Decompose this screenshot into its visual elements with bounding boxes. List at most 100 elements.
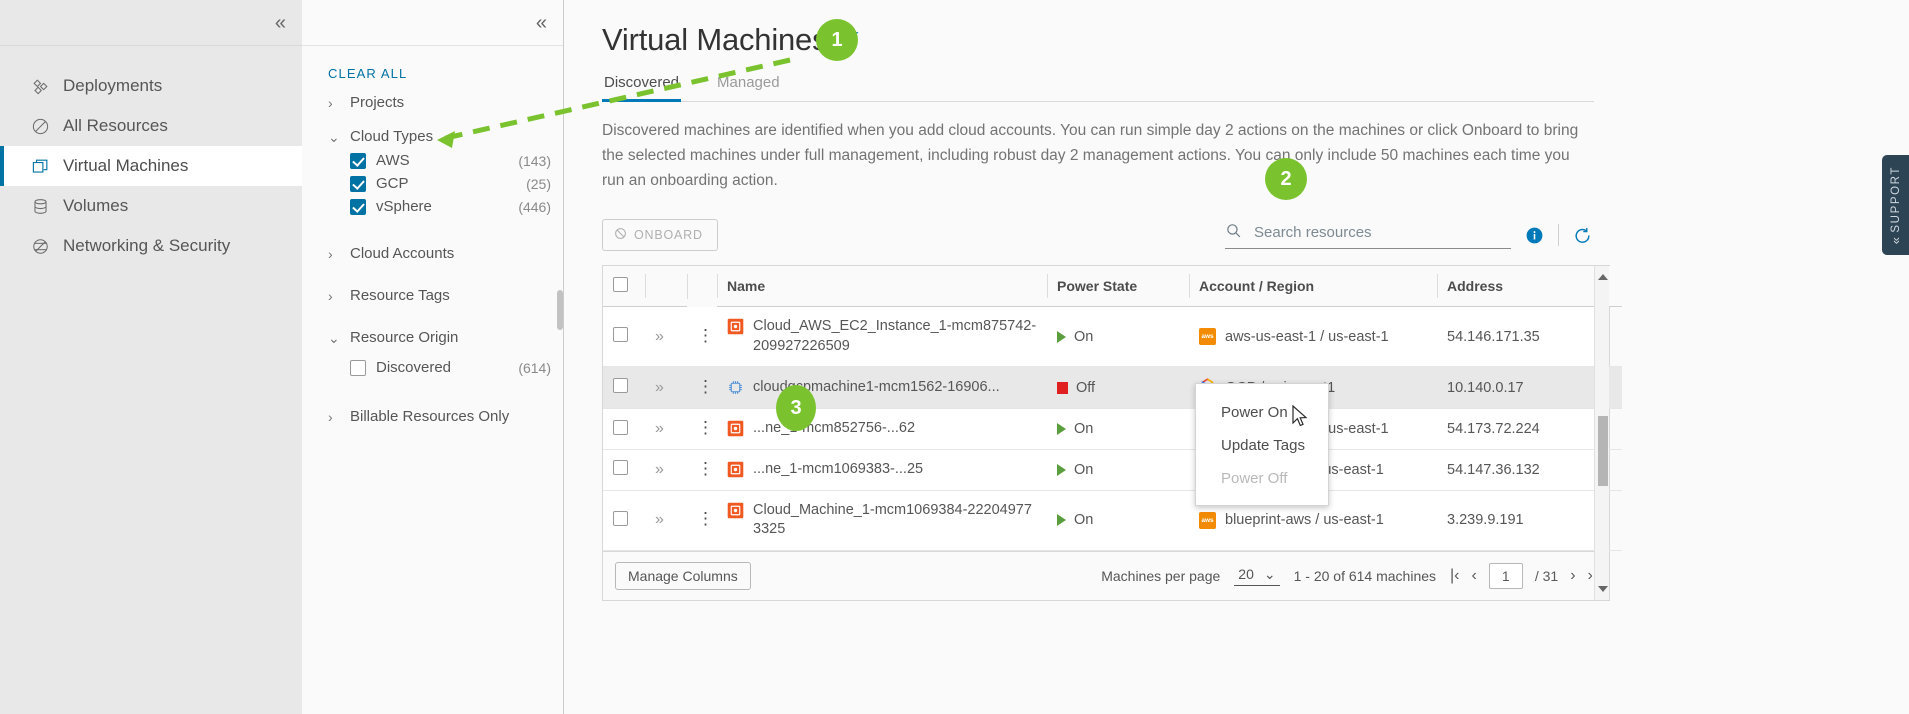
power-state-label: On	[1074, 512, 1094, 529]
row-select-cell	[603, 408, 645, 451]
expand-row-icon[interactable]: »	[655, 461, 664, 478]
row-kebab-icon[interactable]: ⋮	[697, 418, 714, 437]
context-menu-item-update-tags[interactable]: Update Tags	[1196, 429, 1328, 462]
row-actions-cell: ⋮	[687, 306, 717, 368]
scroll-down-icon[interactable]	[1598, 585, 1608, 592]
filter-panel: « CLEAR ALL › Projects ⌄ Cloud Types AWS…	[302, 0, 564, 714]
page-number-input[interactable]: 1	[1488, 562, 1523, 589]
filter-group-label: Projects	[350, 94, 405, 111]
machine-name[interactable]: ...ne_1-mcm1069383-...25	[753, 460, 923, 480]
filter-group-resource-tags: › Resource Tags	[302, 274, 563, 308]
filter-option-vsphere[interactable]: vSphere (446)	[328, 195, 563, 218]
row-name-cell: ...ne_1-mcm1069383-...25	[717, 449, 1047, 491]
row-kebab-icon[interactable]: ⋮	[697, 326, 714, 345]
expand-row-icon[interactable]: »	[655, 420, 664, 437]
table-row[interactable]: » ⋮ ...ne_1-mcm1069383-...25 On us-east-…	[603, 449, 1622, 491]
sidebar-item-deployments[interactable]: Deployments	[0, 66, 302, 106]
annotation-badge-2: 2	[1265, 158, 1307, 200]
manage-columns-button[interactable]: Manage Columns	[615, 561, 751, 590]
next-page-icon[interactable]: ›	[1570, 567, 1575, 585]
search-input[interactable]	[1252, 223, 1511, 243]
row-checkbox[interactable]	[613, 510, 628, 526]
expand-row-icon[interactable]: »	[655, 328, 664, 345]
row-checkbox[interactable]	[613, 378, 628, 394]
row-checkbox[interactable]	[613, 327, 628, 343]
filter-group-header[interactable]: ⌄ Resource Origin	[328, 316, 563, 350]
filter-group-header[interactable]: ⌄ Cloud Types	[328, 115, 563, 149]
filter-group-header[interactable]: › Billable Resources Only	[328, 395, 563, 429]
all-resources-icon	[30, 116, 50, 136]
filter-option-aws[interactable]: AWS (143)	[328, 149, 563, 172]
column-header-power-state[interactable]: Power State	[1047, 266, 1189, 308]
nav-collapse-icon[interactable]: «	[275, 13, 286, 33]
sidebar-item-virtual-machines[interactable]: Virtual Machines	[0, 146, 302, 186]
checkbox[interactable]	[350, 198, 366, 215]
machine-name[interactable]: Cloud_Machine_1-mcm1069384-222049773325	[753, 501, 1037, 540]
filter-group-header[interactable]: › Cloud Accounts	[328, 232, 563, 266]
gcp-instance-icon	[727, 379, 744, 396]
checkbox[interactable]	[350, 175, 366, 192]
table-scrollbar[interactable]	[1594, 266, 1609, 600]
row-expand-cell: »	[645, 306, 687, 368]
power-state-label: On	[1074, 461, 1094, 478]
scrollbar-thumb[interactable]	[1598, 416, 1608, 487]
sidebar-item-volumes[interactable]: Volumes	[0, 186, 302, 226]
tab-discovered[interactable]: Discovered	[602, 70, 682, 102]
machine-name[interactable]: ...ne_1-mcm852756-...62	[753, 419, 915, 439]
scroll-up-icon[interactable]	[1598, 274, 1608, 281]
sidebar-item-networking-security[interactable]: Networking & Security	[0, 226, 302, 266]
filter-group-projects: › Projects	[302, 81, 563, 115]
table-row[interactable]: » ⋮ cloudgcpmachine1-mcm1562-16906... Of…	[603, 366, 1622, 410]
support-tab[interactable]: SUPPORT «	[1882, 155, 1909, 255]
refresh-icon[interactable]	[1573, 226, 1592, 245]
expand-row-icon[interactable]: »	[655, 511, 664, 528]
info-circle-icon[interactable]	[1525, 226, 1544, 245]
actions-header	[687, 266, 717, 307]
first-page-icon[interactable]: |‹	[1450, 567, 1459, 585]
filter-panel-scrollbar[interactable]	[557, 290, 563, 330]
row-name-cell: Cloud_Machine_1-mcm1069384-222049773325	[717, 490, 1047, 551]
aws-instance-icon	[727, 420, 744, 437]
volumes-icon	[30, 196, 50, 216]
chevron-down-icon: ⌄	[328, 329, 340, 346]
filter-group-cloud-types: ⌄ Cloud Types AWS (143) GCP (25) vSphere…	[302, 115, 563, 218]
machine-name[interactable]: Cloud_AWS_EC2_Instance_1-mcm875742-20992…	[753, 317, 1037, 356]
row-select-cell	[603, 449, 645, 491]
search-area	[1225, 222, 1592, 249]
filter-collapse-icon[interactable]: «	[536, 13, 547, 33]
row-checkbox[interactable]	[613, 419, 628, 435]
row-actions-cell: ⋮	[687, 408, 717, 451]
row-checkbox[interactable]	[613, 460, 628, 476]
onboard-button[interactable]: ONBOARD	[602, 219, 718, 252]
expand-row-icon[interactable]: »	[655, 379, 664, 396]
per-page-value: 20	[1238, 566, 1254, 583]
checkbox[interactable]	[350, 359, 366, 376]
row-kebab-icon[interactable]: ⋮	[697, 377, 714, 396]
per-page-select[interactable]: 20 ⌄	[1234, 566, 1280, 586]
row-name-cell: Cloud_AWS_EC2_Instance_1-mcm875742-20992…	[717, 306, 1047, 368]
clear-all-button[interactable]: CLEAR ALL	[302, 46, 563, 81]
filter-option-discovered[interactable]: Discovered (614)	[328, 356, 563, 379]
filter-option-label: vSphere	[376, 198, 432, 215]
table-row[interactable]: » ⋮ Cloud_Machine_1-mcm1069384-222049773…	[603, 490, 1622, 551]
sidebar-item-all-resources[interactable]: All Resources	[0, 106, 302, 146]
select-all-checkbox[interactable]	[613, 277, 628, 293]
column-header-name[interactable]: Name	[717, 266, 1047, 308]
row-kebab-icon[interactable]: ⋮	[697, 459, 714, 478]
filter-group-header[interactable]: › Resource Tags	[328, 274, 563, 308]
app-root: « Deployments All Resources Virtual Mach…	[0, 0, 1909, 714]
table-row[interactable]: » ⋮ ...ne_1-mcm852756-...62 On us-east-1…	[603, 408, 1622, 451]
row-kebab-icon[interactable]: ⋮	[697, 509, 714, 528]
search-box[interactable]	[1225, 222, 1511, 249]
filter-group-header[interactable]: › Projects	[328, 81, 563, 115]
chevron-down-icon: ⌄	[328, 128, 340, 145]
filter-option-gcp[interactable]: GCP (25)	[328, 172, 563, 195]
row-expand-cell: »	[645, 408, 687, 451]
checkbox[interactable]	[350, 152, 366, 169]
table-header-row: Name Power State Account / Region Addres…	[603, 266, 1622, 308]
context-menu-item-power-off: Power Off	[1221, 470, 1288, 487]
tab-managed[interactable]: Managed	[715, 70, 782, 102]
prev-page-icon[interactable]: ‹	[1472, 567, 1477, 585]
column-header-account-region[interactable]: Account / Region	[1189, 266, 1437, 308]
table-row[interactable]: » ⋮ Cloud_AWS_EC2_Instance_1-mcm875742-2…	[603, 306, 1622, 368]
